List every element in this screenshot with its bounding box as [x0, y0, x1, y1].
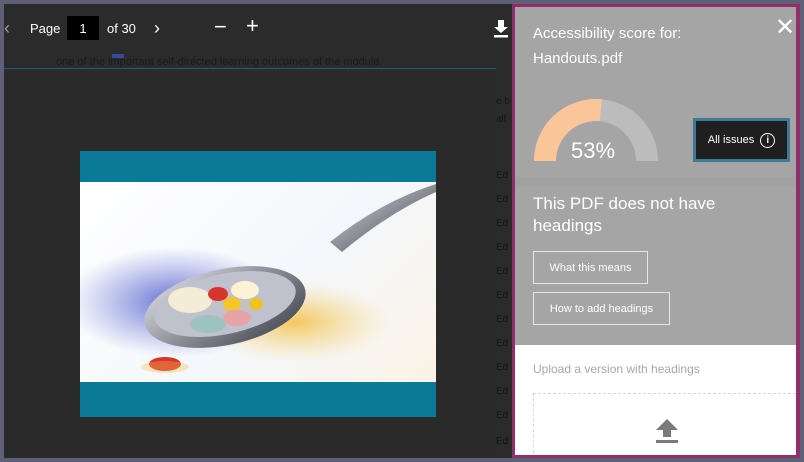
- accessibility-panel: ✕ Accessibility score for: Handouts.pdf …: [512, 4, 800, 458]
- viewer-toolbar: ‹ Page of 30 › − +: [4, 4, 512, 54]
- margin-text: Ed: [496, 290, 509, 301]
- slide-thumbnail: [80, 151, 436, 417]
- upload-dropzone[interactable]: [533, 393, 796, 455]
- page-total: of 30: [107, 21, 136, 36]
- margin-text: Ed: [496, 242, 509, 253]
- margin-text: e b: [496, 96, 510, 107]
- all-issues-button[interactable]: All issues i: [693, 118, 790, 162]
- download-icon[interactable]: [493, 20, 509, 38]
- zoom-in-button[interactable]: +: [246, 14, 259, 38]
- file-name: Handouts.pdf: [533, 50, 623, 67]
- score-percentage: 53%: [571, 138, 616, 163]
- upload-label: Upload a version with headings: [533, 362, 700, 376]
- margin-text: Ed: [496, 386, 509, 397]
- margin-text: Ed: [496, 436, 509, 447]
- document-text-line: one of the important self-directed learn…: [56, 56, 383, 68]
- pills-on-spoon-image: [80, 182, 436, 382]
- issue-heading: This PDF does not have headings: [533, 194, 716, 235]
- all-issues-label: All issues: [707, 134, 755, 146]
- pills-spoon-illustration: [80, 184, 436, 373]
- what-this-means-button[interactable]: What this means: [533, 251, 648, 284]
- info-icon: i: [760, 132, 776, 148]
- margin-text: all: [496, 114, 507, 125]
- margin-text: Ed: [496, 266, 509, 277]
- margin-text: Ed: [496, 362, 509, 373]
- close-icon[interactable]: ✕: [775, 16, 795, 40]
- document-top-strip: one of the important self-directed learn…: [4, 54, 496, 70]
- document-page: [4, 70, 496, 458]
- text-highlight-mark: [112, 54, 124, 58]
- issue-section-divider: [515, 177, 796, 187]
- pdf-viewer: ‹ Page of 30 › − + one of the important …: [4, 4, 512, 458]
- how-to-add-headings-button[interactable]: How to add headings: [533, 292, 670, 325]
- upload-section: Upload a version with headings: [515, 345, 796, 455]
- previous-page-chevron-icon[interactable]: ‹: [4, 18, 10, 38]
- margin-text: Ed: [496, 314, 509, 325]
- margin-text: Ed: [496, 410, 509, 421]
- zoom-out-button[interactable]: −: [214, 15, 227, 39]
- score-title: Accessibility score for:: [533, 25, 682, 42]
- margin-text: Ed: [496, 218, 509, 229]
- page-number-input[interactable]: [67, 16, 99, 40]
- page-divider: [4, 68, 496, 69]
- next-page-chevron-icon[interactable]: ›: [154, 18, 160, 38]
- upload-icon: [656, 419, 678, 443]
- page-label: Page: [30, 21, 61, 36]
- margin-text: Ed: [496, 338, 509, 349]
- margin-text: Ed: [496, 170, 509, 181]
- margin-text: Ed: [496, 194, 509, 205]
